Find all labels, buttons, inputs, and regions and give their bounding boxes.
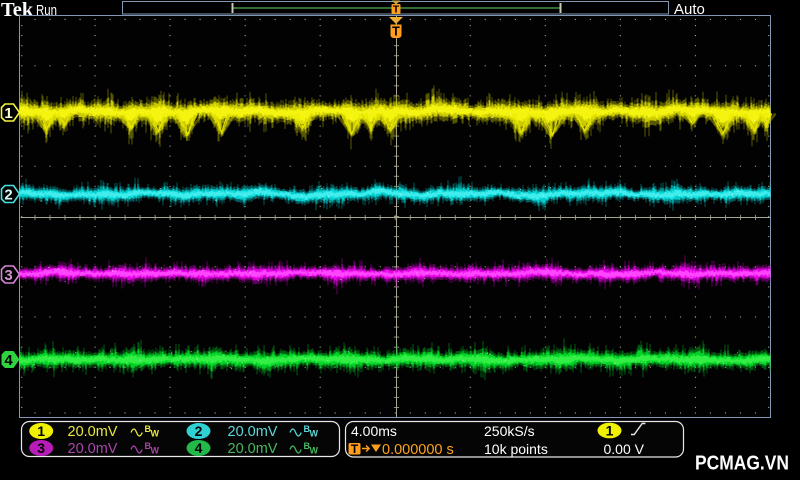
- svg-text:2: 2: [195, 423, 203, 439]
- svg-text:PCMAG.VN: PCMAG.VN: [695, 453, 789, 475]
- svg-text:3: 3: [4, 267, 12, 284]
- svg-text:1: 1: [4, 105, 12, 122]
- svg-text:W: W: [310, 446, 319, 456]
- svg-text:4: 4: [195, 440, 203, 456]
- svg-text:W: W: [310, 429, 319, 439]
- svg-text:20.0mV: 20.0mV: [68, 441, 118, 457]
- svg-text:4.00ms: 4.00ms: [351, 423, 397, 439]
- svg-text:10k points: 10k points: [484, 441, 548, 457]
- svg-text:250kS/s: 250kS/s: [484, 423, 535, 439]
- svg-text:2: 2: [4, 186, 12, 203]
- svg-text:1: 1: [37, 423, 45, 439]
- svg-text:3: 3: [37, 440, 45, 456]
- svg-text:20.0mV: 20.0mV: [68, 424, 118, 440]
- svg-text:0.000000 s: 0.000000 s: [382, 442, 454, 458]
- svg-text:T: T: [393, 4, 400, 16]
- svg-text:20.0mV: 20.0mV: [228, 424, 278, 440]
- svg-text:1: 1: [606, 423, 614, 439]
- svg-text:T: T: [392, 25, 400, 39]
- svg-text:T: T: [351, 442, 359, 456]
- svg-text:4: 4: [4, 352, 13, 369]
- svg-text:W: W: [151, 446, 160, 456]
- svg-text:20.0mV: 20.0mV: [228, 441, 278, 457]
- svg-text:W: W: [151, 429, 160, 439]
- svg-text:0.00 V: 0.00 V: [604, 441, 645, 457]
